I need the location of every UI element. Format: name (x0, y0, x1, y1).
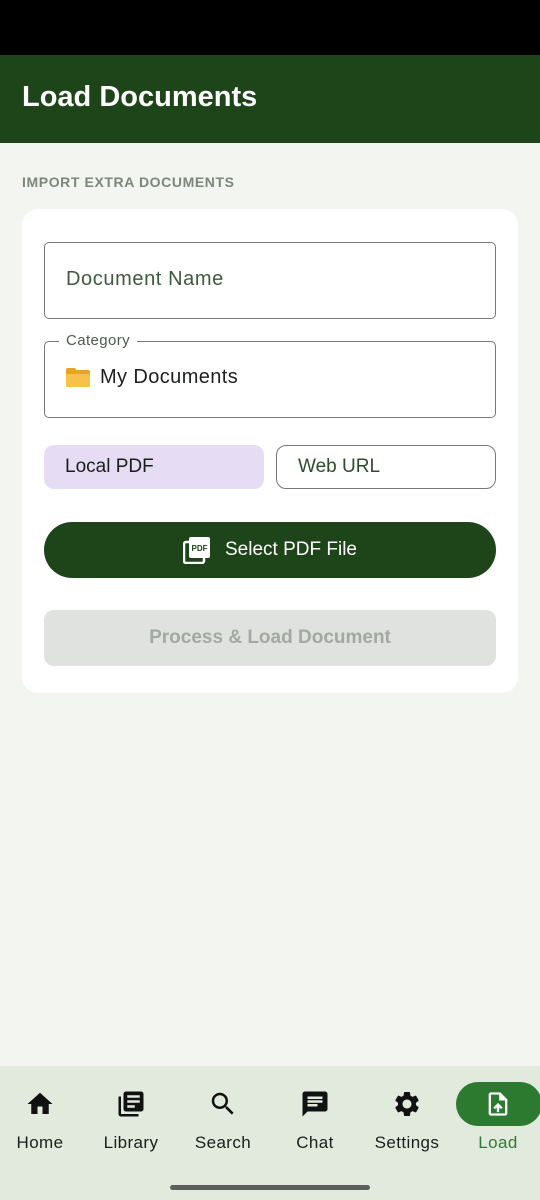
category-label: Category (59, 332, 138, 349)
nav-item-search[interactable]: Search (178, 1066, 268, 1176)
app-bar: Load Documents (0, 55, 540, 143)
nav-item-library[interactable]: Library (86, 1066, 176, 1176)
import-card: Document Name Category My Documents Loca… (22, 209, 518, 693)
category-value-text: My Documents (100, 366, 239, 388)
process-load-label: Process & Load Document (149, 627, 391, 648)
home-icon (24, 1088, 56, 1120)
gesture-bar (0, 1176, 540, 1200)
upload-file-icon (482, 1088, 514, 1120)
status-bar (0, 0, 540, 55)
nav-label-search: Search (194, 1133, 252, 1152)
nav-item-settings[interactable]: Settings (362, 1066, 452, 1176)
document-name-field[interactable]: Document Name (44, 242, 496, 319)
chat-icon (299, 1088, 331, 1120)
section-label: IMPORT EXTRA DOCUMENTS (22, 174, 235, 190)
page-title: Load Documents (22, 81, 258, 113)
category-selected-value: My Documents (66, 366, 238, 389)
local-pdf-option[interactable]: Local PDF (44, 445, 264, 489)
bottom-navigation: Home Library Search Chat Settings Load (0, 1066, 540, 1176)
gesture-handle[interactable] (170, 1185, 370, 1190)
web-url-label: Web URL (298, 456, 381, 477)
nav-label-chat: Chat (296, 1133, 334, 1152)
nav-item-home[interactable]: Home (0, 1066, 85, 1176)
nav-label-home: Home (16, 1133, 64, 1152)
category-dropdown[interactable]: Category My Documents (44, 332, 496, 418)
process-load-button[interactable]: Process & Load Document (44, 610, 496, 666)
nav-item-load[interactable]: Load (453, 1066, 540, 1176)
select-pdf-label: Select PDF File (225, 539, 357, 560)
pdf-file-icon: PDF (182, 536, 211, 565)
nav-label-settings: Settings (374, 1133, 440, 1152)
nav-item-chat[interactable]: Chat (270, 1066, 360, 1176)
nav-label-load: Load (478, 1133, 518, 1152)
svg-text:PDF: PDF (192, 544, 208, 553)
web-url-option[interactable]: Web URL (276, 445, 496, 489)
library-icon (115, 1088, 147, 1120)
settings-icon (391, 1088, 423, 1120)
folder-icon (66, 368, 90, 387)
search-icon (207, 1088, 239, 1120)
nav-label-library: Library (103, 1133, 159, 1152)
select-pdf-button[interactable]: PDF Select PDF File (44, 522, 496, 578)
document-name-placeholder: Document Name (66, 268, 224, 290)
local-pdf-label: Local PDF (65, 456, 154, 477)
